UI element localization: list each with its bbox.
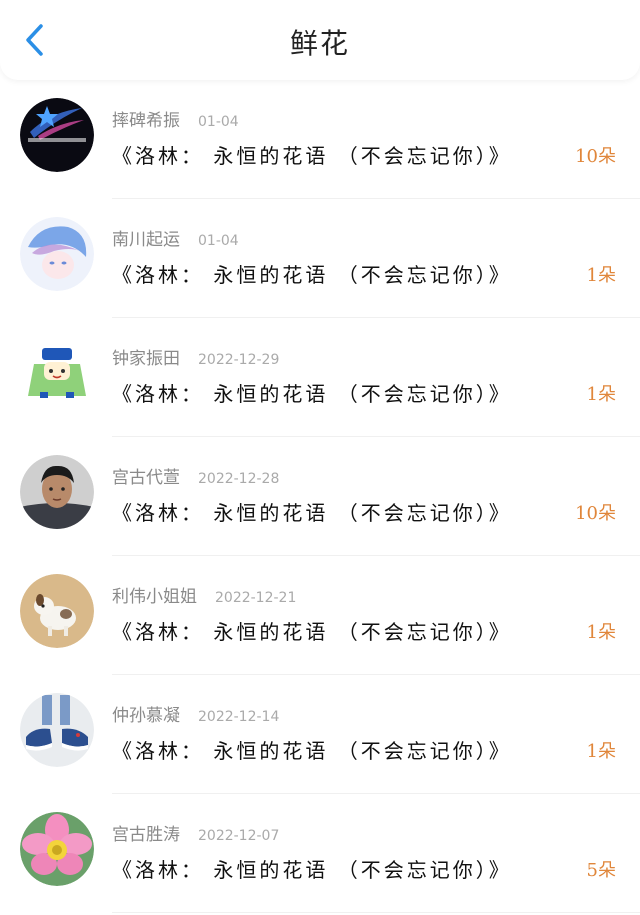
date: 2022-12-07 bbox=[198, 828, 280, 844]
top-bar: 鲜花 bbox=[0, 0, 640, 80]
avatar[interactable] bbox=[20, 574, 94, 648]
flower-message: 《洛林： 永恒的花语 （不会忘记你）》 bbox=[112, 144, 512, 168]
flower-count: 10朵 bbox=[575, 146, 616, 167]
avatar[interactable] bbox=[20, 812, 94, 886]
avatar[interactable] bbox=[20, 336, 94, 410]
avatar-image bbox=[20, 812, 94, 886]
date: 2022-12-29 bbox=[198, 352, 280, 368]
date: 01-04 bbox=[198, 233, 239, 249]
avatar-image bbox=[20, 693, 94, 767]
avatar[interactable] bbox=[20, 693, 94, 767]
username: 宫古胜涛 2022-12-07 bbox=[112, 820, 279, 845]
flower-message: 《洛林： 永恒的花语 （不会忘记你）》 bbox=[112, 739, 512, 763]
date: 2022-12-21 bbox=[215, 590, 297, 606]
username-text: 钟家振田 bbox=[112, 349, 180, 369]
date: 01-04 bbox=[198, 114, 239, 130]
list-item[interactable]: 仲孙慕凝 2022-12-14 《洛林： 永恒的花语 （不会忘记你）》 1朵 bbox=[0, 675, 640, 794]
avatar[interactable] bbox=[20, 455, 94, 529]
flower-count: 1朵 bbox=[586, 384, 616, 405]
flower-message: 《洛林： 永恒的花语 （不会忘记你）》 bbox=[112, 501, 512, 525]
page-title: 鲜花 bbox=[289, 27, 350, 60]
divider bbox=[112, 912, 640, 913]
date: 2022-12-28 bbox=[198, 471, 280, 487]
flower-count: 1朵 bbox=[586, 622, 616, 643]
username: 南川起运 01-04 bbox=[112, 225, 239, 250]
avatar-image bbox=[20, 455, 94, 529]
username-text: 南川起运 bbox=[112, 230, 180, 250]
flower-list: 摔碑希振 01-04 《洛林： 永恒的花语 （不会忘记你）》 10朵 南川起运 01… bbox=[0, 80, 640, 913]
username: 宫古代萱 2022-12-28 bbox=[112, 463, 279, 488]
username-text: 利伟小姐姐 bbox=[112, 587, 197, 607]
flower-count: 1朵 bbox=[586, 265, 616, 286]
avatar-image bbox=[20, 217, 94, 291]
flower-message: 《洛林： 永恒的花语 （不会忘记你）》 bbox=[112, 620, 512, 644]
username-text: 宫古胜涛 bbox=[112, 825, 180, 845]
username: 摔碑希振 01-04 bbox=[112, 106, 239, 131]
flower-count: 10朵 bbox=[575, 503, 616, 524]
username-text: 宫古代萱 bbox=[112, 468, 180, 488]
avatar[interactable] bbox=[20, 217, 94, 291]
flower-count: 5朵 bbox=[586, 860, 616, 881]
list-item[interactable]: 钟家振田 2022-12-29 《洛林： 永恒的花语 （不会忘记你）》 1朵 bbox=[0, 318, 640, 437]
avatar-image bbox=[20, 336, 94, 410]
avatar[interactable] bbox=[20, 98, 94, 172]
date: 2022-12-14 bbox=[198, 709, 280, 725]
flower-message: 《洛林： 永恒的花语 （不会忘记你）》 bbox=[112, 382, 512, 406]
username: 利伟小姐姐 2022-12-21 bbox=[112, 582, 296, 607]
list-item[interactable]: 宫古代萱 2022-12-28 《洛林： 永恒的花语 （不会忘记你）》 10朵 bbox=[0, 437, 640, 556]
username: 仲孙慕凝 2022-12-14 bbox=[112, 701, 279, 726]
flower-message: 《洛林： 永恒的花语 （不会忘记你）》 bbox=[112, 263, 512, 287]
flower-message: 《洛林： 永恒的花语 （不会忘记你）》 bbox=[112, 858, 512, 882]
username: 钟家振田 2022-12-29 bbox=[112, 344, 279, 369]
username-text: 摔碑希振 bbox=[112, 111, 180, 131]
list-item[interactable]: 宫古胜涛 2022-12-07 《洛林： 永恒的花语 （不会忘记你）》 5朵 bbox=[0, 794, 640, 913]
avatar-image bbox=[20, 574, 94, 648]
flower-count: 1朵 bbox=[586, 741, 616, 762]
list-item[interactable]: 摔碑希振 01-04 《洛林： 永恒的花语 （不会忘记你）》 10朵 bbox=[0, 80, 640, 199]
username-text: 仲孙慕凝 bbox=[112, 706, 180, 726]
list-item[interactable]: 南川起运 01-04 《洛林： 永恒的花语 （不会忘记你）》 1朵 bbox=[0, 199, 640, 318]
list-item[interactable]: 利伟小姐姐 2022-12-21 《洛林： 永恒的花语 （不会忘记你）》 1朵 bbox=[0, 556, 640, 675]
avatar-image bbox=[20, 98, 94, 172]
